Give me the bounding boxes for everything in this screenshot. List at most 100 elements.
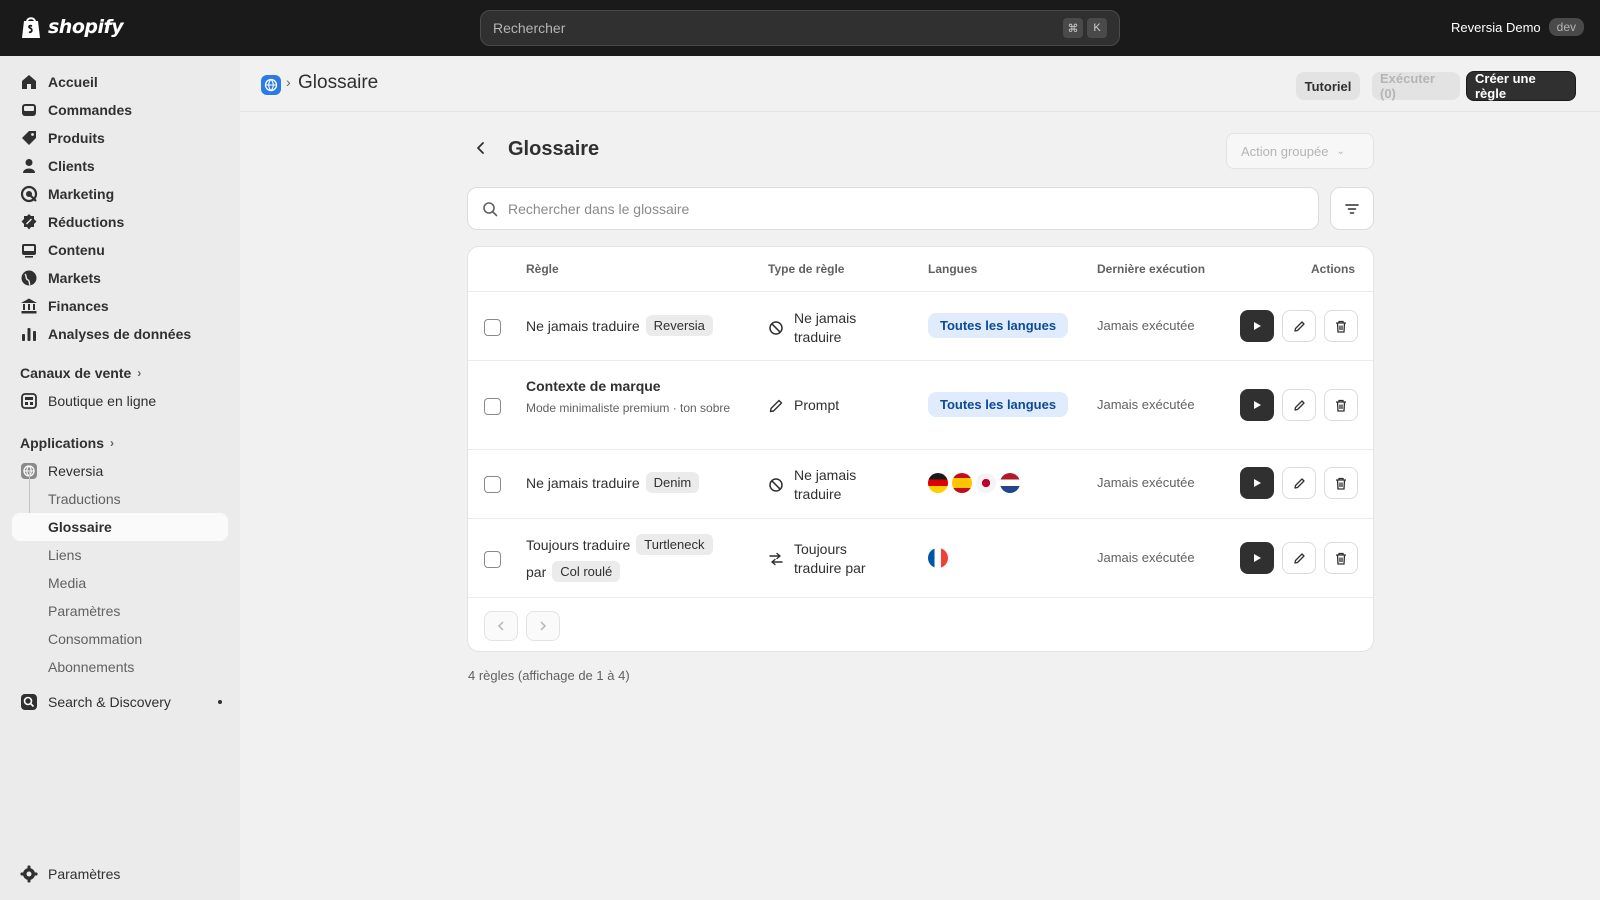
global-search-input[interactable]: Rechercher ⌘ K: [480, 10, 1120, 46]
sidebar-item-content[interactable]: Contenu: [12, 236, 228, 264]
edit-button[interactable]: [1282, 389, 1316, 421]
sidebar-item-online-store[interactable]: Boutique en ligne: [12, 387, 228, 415]
last-run: Jamais exécutée: [1097, 318, 1195, 333]
row-divider: [468, 360, 1373, 361]
previous-page-button[interactable]: [484, 611, 518, 641]
type-cell: Ne jamais traduire: [768, 466, 874, 504]
sales-channels-section[interactable]: Canaux de vente ›: [20, 365, 141, 381]
run-button[interactable]: [1240, 389, 1274, 421]
language-flags: [928, 548, 948, 568]
bulk-action-button[interactable]: Action groupée ⌄: [1226, 133, 1374, 169]
rules-table: Règle Type de règle Langues Dernière exé…: [467, 246, 1374, 652]
column-header-actions: Actions: [1311, 262, 1356, 276]
rule-type: Toujours traduire par: [794, 541, 866, 576]
run-button[interactable]: [1240, 310, 1274, 342]
globe-icon: [20, 269, 38, 287]
results-summary: 4 règles (affichage de 1 à 4): [468, 668, 630, 683]
column-header-last-run[interactable]: Dernière exécution: [1097, 262, 1205, 276]
sidebar-item-home[interactable]: Accueil: [12, 68, 228, 96]
rule-name: Ne jamais traduire: [526, 474, 640, 491]
filter-icon: [1345, 203, 1359, 214]
delete-button[interactable]: [1324, 467, 1358, 499]
page-header: › Glossaire Tutoriel Exécuter (0) Créer …: [240, 56, 1600, 112]
run-button[interactable]: [1240, 467, 1274, 499]
sidebar-item-label: Paramètres: [48, 866, 121, 882]
shopify-logo[interactable]: shopify: [20, 14, 124, 40]
chevron-right-icon: ›: [110, 436, 115, 450]
filter-button[interactable]: [1330, 187, 1374, 230]
rule-type: Ne jamais traduire: [794, 310, 857, 345]
edit-button[interactable]: [1282, 467, 1316, 499]
chevron-right-icon: ›: [137, 366, 142, 380]
sidebar-subitem-links[interactable]: Liens: [12, 541, 228, 569]
subitem-label: Liens: [48, 547, 82, 563]
delete-button[interactable]: [1324, 389, 1358, 421]
rule-cell: Ne jamais traduire Denim: [526, 472, 700, 493]
page-title: Glossaire: [508, 138, 600, 160]
sidebar-item-analytics[interactable]: Analyses de données: [12, 320, 228, 348]
applications-section[interactable]: Applications ›: [20, 435, 114, 451]
edit-button[interactable]: [1282, 542, 1316, 574]
column-header-rule[interactable]: Règle: [526, 262, 559, 276]
sidebar-item-reversia[interactable]: Reversia: [12, 457, 228, 485]
store-icon: [20, 392, 38, 410]
chevron-left-icon: [497, 621, 504, 631]
subitem-label: Media: [48, 575, 87, 591]
languages-badge: Toutes les langues: [928, 392, 1069, 417]
subitem-label: Glossaire: [48, 519, 112, 535]
sidebar-subitem-glossary[interactable]: Glossaire: [12, 513, 228, 541]
breadcrumb-separator: ›: [286, 74, 291, 90]
global-search-placeholder: Rechercher: [493, 20, 566, 36]
delete-button[interactable]: [1324, 542, 1358, 574]
sidebar-item-marketing[interactable]: Marketing: [12, 180, 228, 208]
pencil-icon: [1293, 320, 1305, 332]
flag-japan-icon: [976, 473, 996, 493]
store-switcher[interactable]: Reversia Demo dev: [1451, 18, 1584, 36]
execute-button[interactable]: Exécuter (0): [1372, 71, 1460, 101]
sidebar-subitem-translations[interactable]: Traductions: [12, 485, 228, 513]
run-button[interactable]: [1240, 542, 1274, 574]
sidebar-item-finances[interactable]: Finances: [12, 292, 228, 320]
rule-tag: Reversia: [645, 315, 713, 336]
next-page-button[interactable]: [526, 611, 560, 641]
languages-badge: Toutes les langues: [928, 313, 1069, 338]
sidebar-item-markets[interactable]: Markets: [12, 264, 228, 292]
row-checkbox[interactable]: [484, 398, 501, 415]
edit-button[interactable]: [1282, 310, 1316, 342]
sidebar-subitem-subscriptions[interactable]: Abonnements: [12, 653, 228, 681]
row-divider: [468, 291, 1373, 292]
sidebar-subitem-media[interactable]: Media: [12, 569, 228, 597]
glossary-search-input[interactable]: [508, 200, 1268, 217]
row-checkbox[interactable]: [484, 476, 501, 493]
discount-icon: [20, 213, 38, 231]
sidebar-item-search-discovery[interactable]: Search & Discovery: [12, 688, 228, 716]
target-icon: [20, 185, 38, 203]
sidebar-item-label: Boutique en ligne: [48, 393, 157, 409]
flag-france-icon: [928, 548, 948, 568]
delete-button[interactable]: [1324, 310, 1358, 342]
sidebar-subitem-consumption[interactable]: Consommation: [12, 625, 228, 653]
glossary-search[interactable]: [467, 187, 1319, 230]
prohibit-icon: [769, 478, 783, 492]
sidebar-item-products[interactable]: Produits: [12, 124, 228, 152]
play-icon: [1254, 322, 1261, 330]
column-header-languages[interactable]: Langues: [928, 262, 977, 276]
sidebar-item-orders[interactable]: Commandes: [12, 96, 228, 124]
gear-icon: [20, 865, 38, 883]
trash-icon: [1336, 552, 1346, 565]
tag-icon: [20, 129, 38, 147]
back-arrow-icon[interactable]: [474, 141, 488, 155]
sidebar-subitem-settings[interactable]: Paramètres: [12, 597, 228, 625]
column-header-type[interactable]: Type de règle: [768, 262, 844, 276]
row-checkbox[interactable]: [484, 551, 501, 568]
tutorial-button[interactable]: Tutoriel: [1296, 72, 1360, 100]
sidebar-item-discounts[interactable]: Réductions: [12, 208, 228, 236]
reversia-globe-icon[interactable]: [261, 75, 281, 95]
sidebar-item-settings[interactable]: Paramètres: [12, 860, 228, 888]
store-name: Reversia Demo: [1451, 19, 1541, 35]
sidebar-item-customers[interactable]: Clients: [12, 152, 228, 180]
row-checkbox[interactable]: [484, 319, 501, 336]
subitem-label: Consommation: [48, 631, 143, 647]
k-key: K: [1087, 18, 1107, 38]
create-rule-button[interactable]: Créer une règle: [1466, 71, 1576, 101]
